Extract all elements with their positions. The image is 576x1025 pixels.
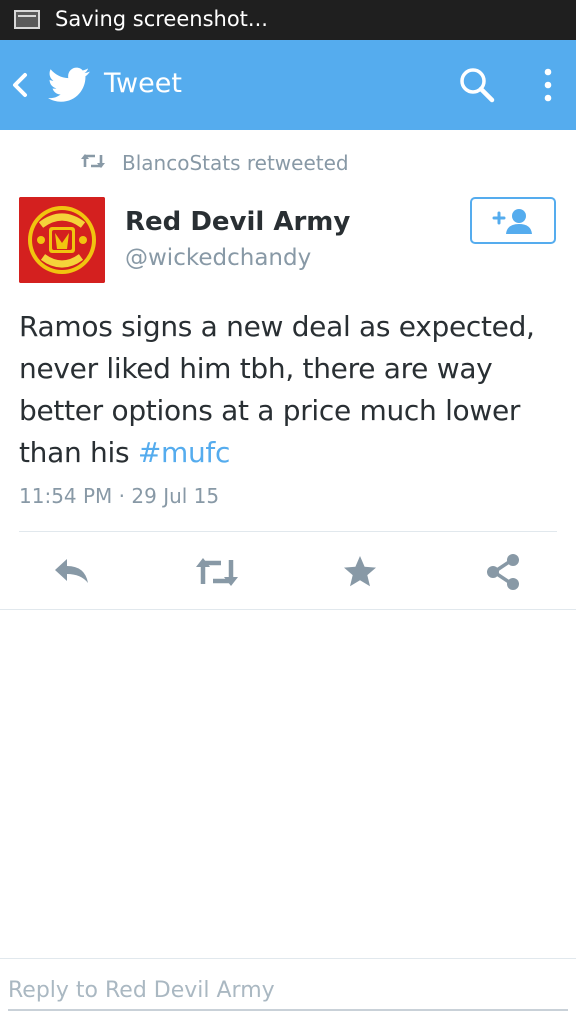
add-user-icon <box>492 209 532 234</box>
reply-bar <box>0 958 576 1025</box>
author-name[interactable]: Red Devil Army <box>125 207 350 237</box>
tweet-timestamp: 11:54 PM · 29 Jul 15 <box>19 484 220 508</box>
retweet-icon <box>196 558 238 586</box>
tweet-body-text: Ramos signs a new deal as expected, neve… <box>19 310 535 469</box>
action-bar: Tweet <box>0 40 576 130</box>
favorite-button[interactable] <box>340 552 380 592</box>
screenshot-icon <box>14 10 40 29</box>
search-icon[interactable] <box>458 66 496 104</box>
follow-button[interactable] <box>470 197 556 244</box>
status-bar: Saving screenshot... <box>0 0 576 40</box>
avatar[interactable] <box>19 197 105 283</box>
favorite-star-icon <box>344 556 376 587</box>
reply-icon <box>55 559 88 583</box>
overflow-menu-icon[interactable] <box>540 66 556 104</box>
status-text: Saving screenshot... <box>55 7 268 31</box>
share-button[interactable] <box>484 552 524 592</box>
divider <box>19 531 557 532</box>
share-icon <box>487 554 519 590</box>
club-crest-logo <box>19 197 105 283</box>
retweet-icon <box>81 154 105 168</box>
reply-input[interactable] <box>8 971 568 1011</box>
divider <box>0 609 576 610</box>
page-title: Tweet <box>104 68 182 99</box>
author-handle[interactable]: @wickedchandy <box>125 245 311 271</box>
back-icon[interactable] <box>10 72 30 98</box>
retweet-context-text: BlancoStats retweeted <box>122 151 349 175</box>
twitter-bird-icon[interactable] <box>48 67 90 103</box>
reply-button[interactable] <box>52 552 92 592</box>
retweet-button[interactable] <box>195 552 239 592</box>
tweet-text: Ramos signs a new deal as expected, neve… <box>19 306 564 474</box>
hashtag-link[interactable]: #mufc <box>138 436 231 469</box>
